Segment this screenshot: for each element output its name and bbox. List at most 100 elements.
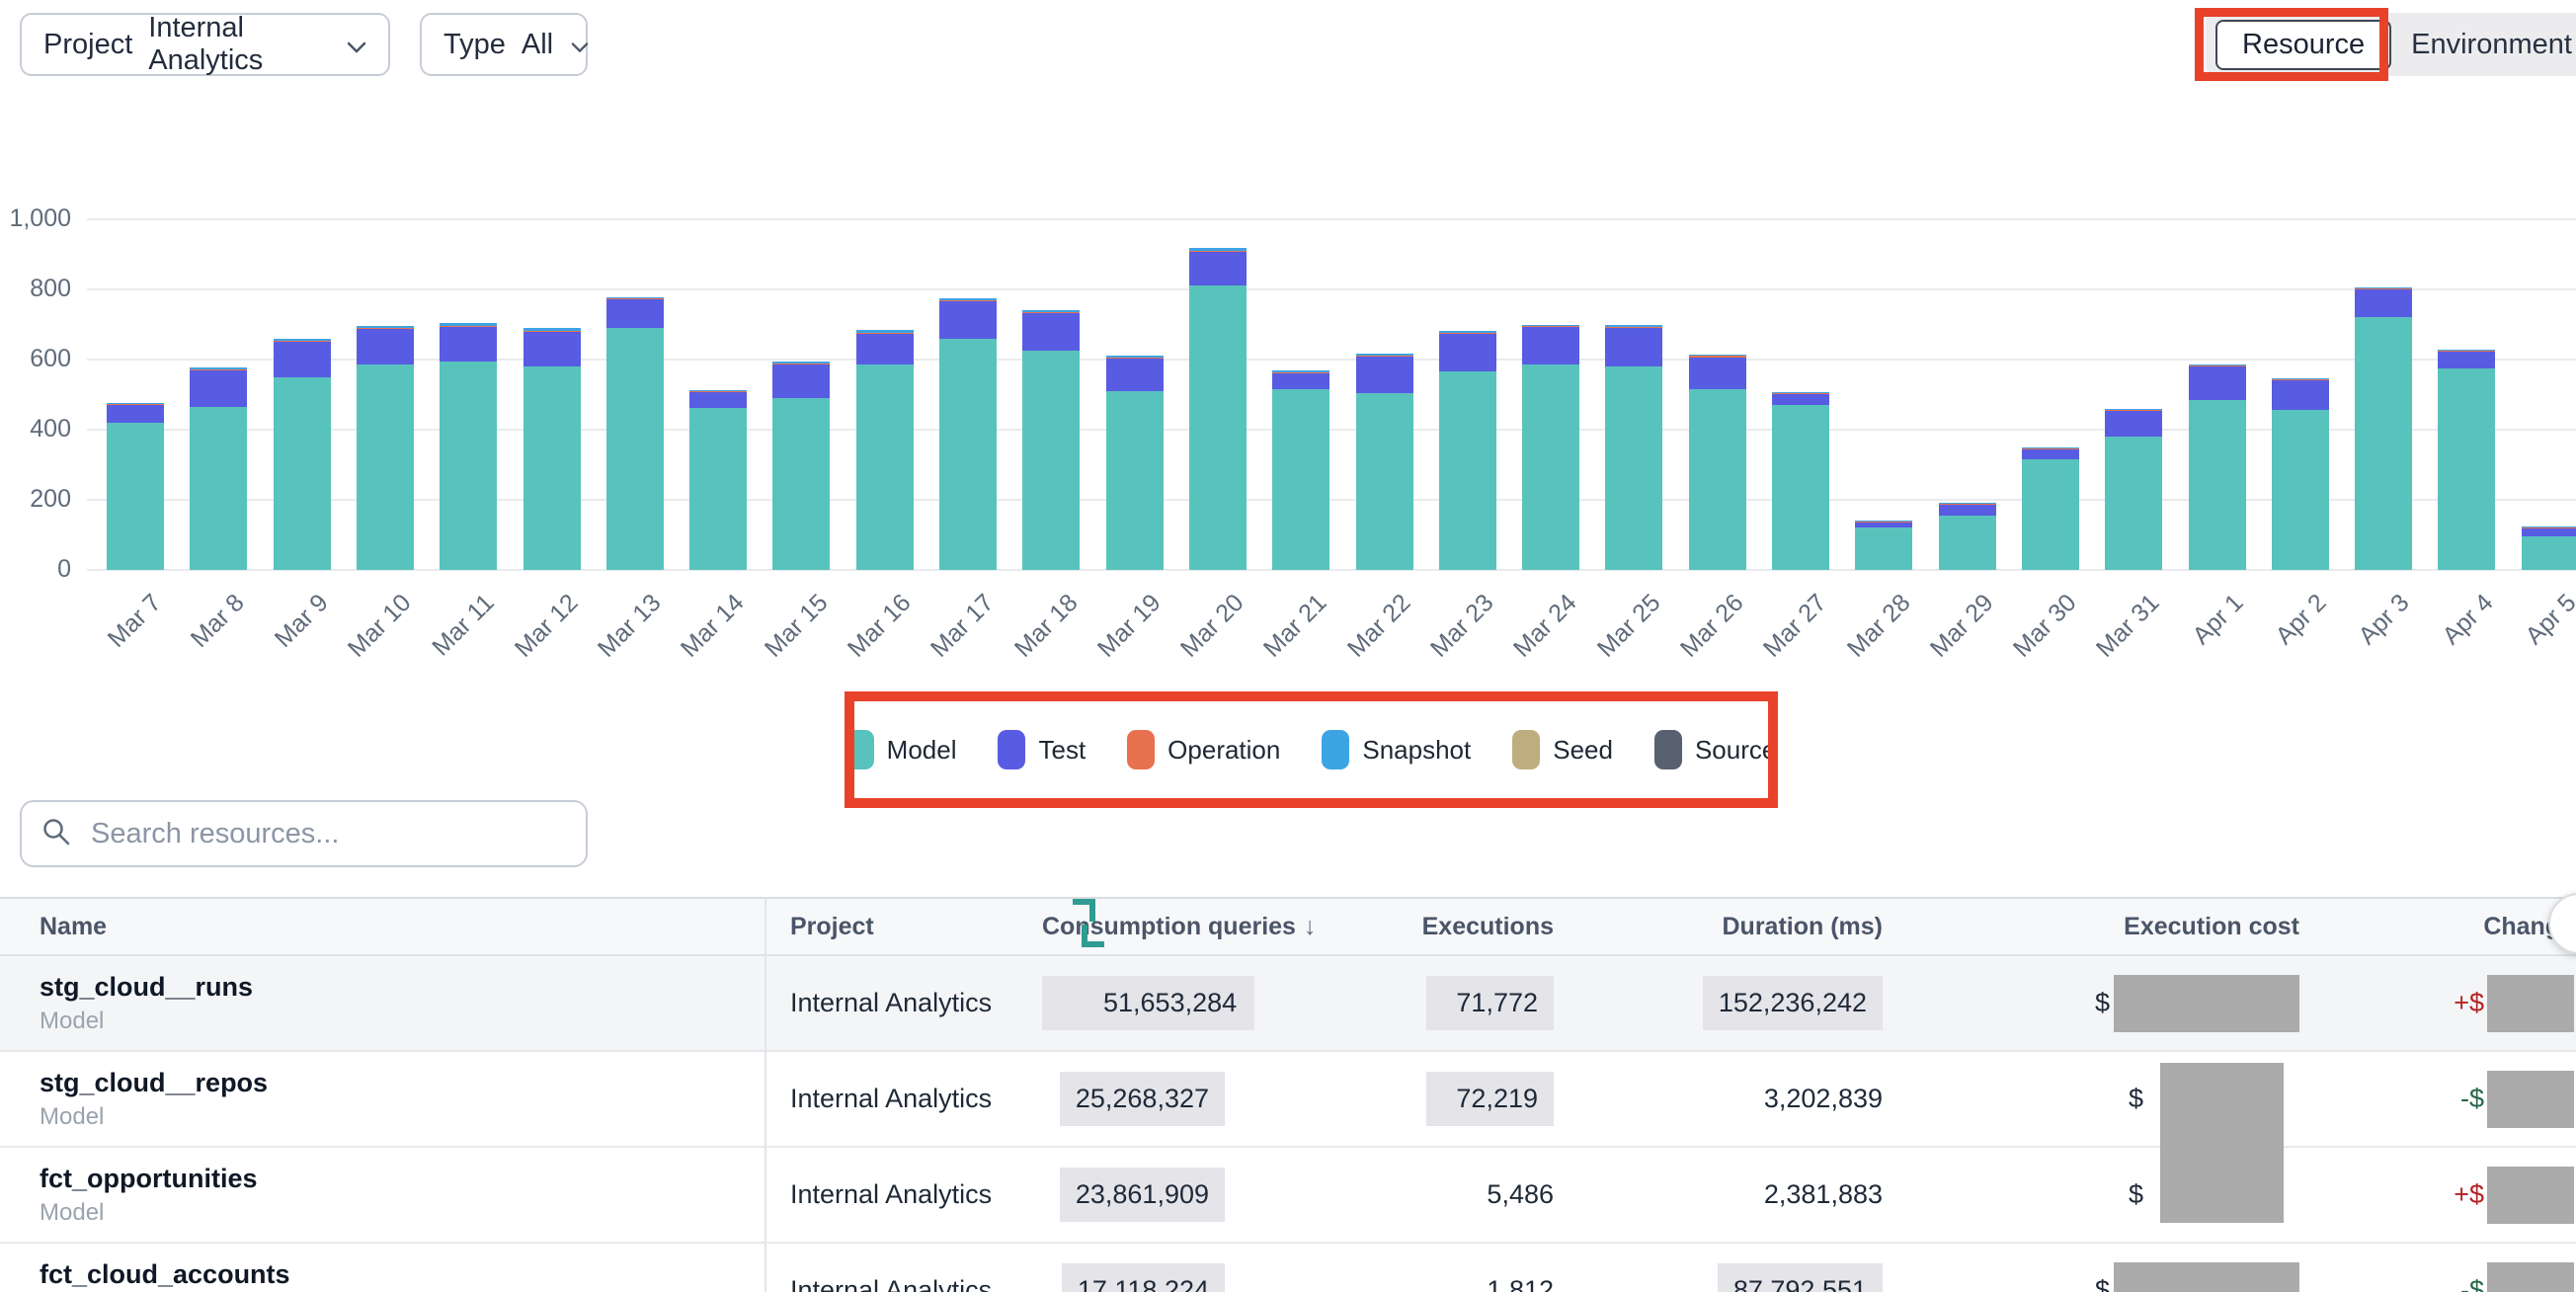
bar-mar-17[interactable] — [939, 0, 997, 570]
search-box[interactable] — [20, 800, 588, 867]
resource-name[interactable]: stg_cloud__runs — [40, 971, 765, 1005]
bar-mar-28[interactable] — [1855, 0, 1912, 570]
bar-segment-snapshot — [2438, 350, 2495, 351]
bar-segment-model — [440, 362, 497, 570]
bar-mar-8[interactable] — [190, 0, 247, 570]
legend-item-seed[interactable]: Seed — [1512, 730, 1613, 769]
bar-mar-16[interactable] — [856, 0, 914, 570]
bar-mar-24[interactable] — [1522, 0, 1579, 570]
bar-mar-18[interactable] — [1022, 0, 1080, 570]
bar-mar-13[interactable] — [606, 0, 664, 570]
bar-segment-snapshot — [274, 339, 331, 341]
bar-mar-25[interactable] — [1605, 0, 1662, 570]
bar-segment-operation — [1605, 327, 1662, 328]
bar-mar-19[interactable] — [1106, 0, 1164, 570]
bar-segment-snapshot — [2272, 378, 2329, 379]
bar-segment-test — [1522, 327, 1579, 364]
bar-segment-test — [1022, 313, 1080, 351]
bar-segment-test — [2105, 411, 2162, 437]
bar-segment-model — [274, 377, 331, 570]
column-header-name[interactable]: Name — [0, 913, 765, 941]
bar-apr-4[interactable] — [2438, 0, 2495, 570]
cell-project: Internal Analytics — [765, 988, 1042, 1018]
y-tick-label: 0 — [0, 555, 71, 584]
legend-item-operation[interactable]: Operation — [1127, 730, 1280, 769]
bar-segment-model — [1939, 516, 1996, 570]
bar-segment-snapshot — [1855, 521, 1912, 522]
bar-segment-model — [856, 364, 914, 570]
legend-item-source[interactable]: Source — [1654, 730, 1776, 769]
bar-mar-7[interactable] — [107, 0, 164, 570]
bar-segment-operation — [2272, 379, 2329, 380]
cell-project: Internal Analytics — [765, 1275, 1042, 1292]
bar-segment-operation — [1689, 356, 1746, 357]
column-header-execution-cost[interactable]: Execution cost — [1885, 913, 2301, 941]
bar-segment-test — [856, 334, 914, 365]
bar-mar-21[interactable] — [1272, 0, 1329, 570]
cell-execution-cost: $ — [1885, 1262, 2301, 1292]
cell-change: -$ — [2301, 1071, 2576, 1128]
seed-swatch-icon — [1512, 730, 1540, 769]
cell-duration: 2,381,883 — [1556, 1179, 1885, 1210]
legend-label: Seed — [1553, 735, 1613, 766]
bar-segment-snapshot — [1439, 331, 1496, 332]
resource-name[interactable]: fct_opportunities — [40, 1163, 765, 1196]
bar-segment-snapshot — [357, 326, 414, 328]
bar-segment-snapshot — [1939, 503, 1996, 504]
bar-segment-snapshot — [190, 367, 247, 369]
redaction-block — [2487, 1071, 2574, 1128]
bar-segment-model — [2355, 317, 2412, 570]
x-tick-label: Mar 21 — [1258, 589, 1333, 664]
bar-segment-test — [107, 405, 164, 423]
x-tick-label: Mar 12 — [509, 589, 584, 664]
bar-segment-operation — [190, 369, 247, 370]
x-tick-label: Mar 19 — [1092, 589, 1167, 664]
bar-apr-1[interactable] — [2189, 0, 2246, 570]
bar-mar-15[interactable] — [772, 0, 830, 570]
bar-mar-9[interactable] — [274, 0, 331, 570]
bar-apr-2[interactable] — [2272, 0, 2329, 570]
bar-mar-10[interactable] — [357, 0, 414, 570]
bar-mar-29[interactable] — [1939, 0, 1996, 570]
bar-segment-snapshot — [2189, 364, 2246, 365]
bar-segment-operation — [939, 300, 997, 301]
bar-mar-14[interactable] — [689, 0, 747, 570]
x-tick-label: Mar 17 — [926, 589, 1001, 664]
bar-segment-operation — [1855, 522, 1912, 523]
bar-segment-operation — [440, 326, 497, 327]
bar-segment-operation — [772, 363, 830, 364]
bar-mar-27[interactable] — [1772, 0, 1829, 570]
bar-mar-12[interactable] — [523, 0, 581, 570]
legend-item-test[interactable]: Test — [998, 730, 1086, 769]
bar-mar-30[interactable] — [2022, 0, 2079, 570]
bar-apr-5[interactable] — [2522, 0, 2576, 570]
bar-mar-23[interactable] — [1439, 0, 1496, 570]
resource-name[interactable]: fct_cloud_accounts — [40, 1258, 765, 1292]
bar-mar-20[interactable] — [1189, 0, 1247, 570]
bar-segment-snapshot — [1772, 392, 1829, 393]
legend-item-model[interactable]: Model — [846, 730, 957, 769]
bar-segment-test — [2438, 352, 2495, 368]
table-row-stg_cloud__runs[interactable]: stg_cloud__runsModelInternal Analytics51… — [0, 956, 2576, 1052]
bar-segment-test — [2022, 449, 2079, 459]
column-header-change[interactable]: Change — [2301, 913, 2576, 941]
bar-segment-test — [772, 364, 830, 398]
column-header-consumption-queries[interactable]: Consumption queries↓ — [1042, 913, 1227, 941]
column-header-duration-ms-[interactable]: Duration (ms) — [1556, 913, 1885, 941]
cell-change: -$ — [2301, 1262, 2576, 1292]
redaction-block — [2114, 1262, 2299, 1292]
bar-mar-11[interactable] — [440, 0, 497, 570]
column-header-project[interactable]: Project — [765, 913, 1042, 941]
bar-segment-model — [523, 366, 581, 570]
table-row-fct_cloud_accounts[interactable]: fct_cloud_accountsModelInternal Analytic… — [0, 1244, 2576, 1292]
bar-mar-22[interactable] — [1356, 0, 1413, 570]
bar-mar-31[interactable] — [2105, 0, 2162, 570]
resource-name[interactable]: stg_cloud__repos — [40, 1067, 765, 1100]
search-input[interactable] — [89, 817, 566, 851]
bar-mar-26[interactable] — [1689, 0, 1746, 570]
legend-item-snapshot[interactable]: Snapshot — [1322, 730, 1471, 769]
column-header-executions[interactable]: Executions — [1227, 913, 1556, 941]
bar-apr-3[interactable] — [2355, 0, 2412, 570]
cost-currency-prefix: $ — [2129, 1084, 2143, 1114]
bar-segment-snapshot — [1272, 370, 1329, 372]
